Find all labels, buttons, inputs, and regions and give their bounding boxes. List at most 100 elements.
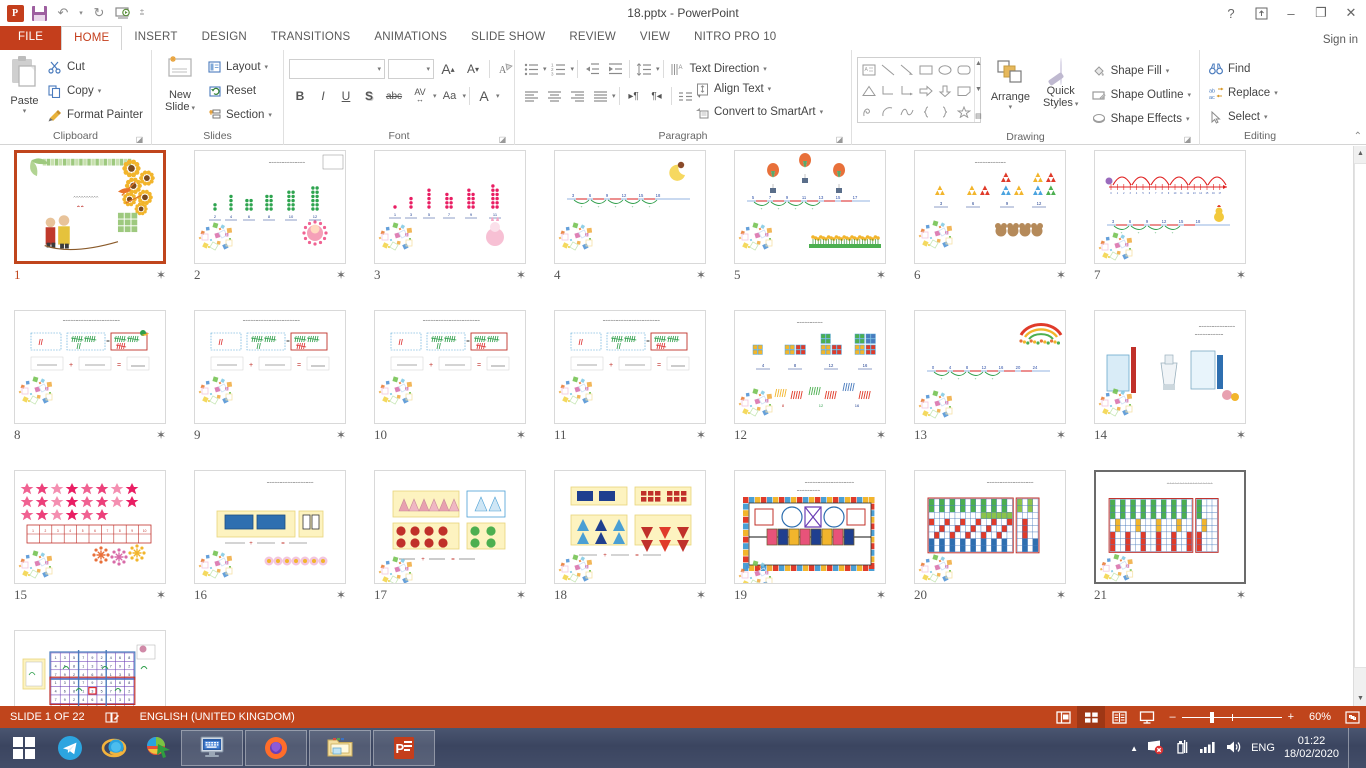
tab-transitions[interactable]: TRANSITIONS	[259, 26, 363, 50]
slide-preview-10[interactable]: = + =	[374, 310, 526, 424]
internet-explorer-icon[interactable]	[92, 728, 136, 768]
slide-thumbnail-12[interactable]: 4 8 12 16 8 12 16 12 ✶	[720, 306, 900, 466]
redo-icon[interactable]: ↻	[88, 2, 110, 24]
internet-download-manager-icon[interactable]	[136, 728, 180, 768]
slide-thumbnail-4[interactable]: 3 6 9 12 15 18 + + + + +4 ✶	[540, 146, 720, 306]
slide-preview-22[interactable]: 1 3 5 7 9 2 4 6 8 4 6 8 1 3 5 7 9 2 7 9 2 4 6 8 1 3 5 1 3 5 7 9 2 4 6 8 4 6 8 1…	[14, 630, 166, 706]
shape-rounded-rectangle[interactable]	[954, 59, 973, 80]
zoom-track[interactable]	[1181, 711, 1282, 723]
shape-scribble[interactable]	[859, 101, 878, 122]
slide-transition-star-icon[interactable]: ✶	[876, 428, 886, 443]
reading-view-button[interactable]	[1105, 706, 1133, 728]
slide-thumbnail-13[interactable]: 0 4 8 12 16 20 24 + + + +13 ✶	[900, 306, 1080, 466]
tab-nitro-pro-10[interactable]: NITRO PRO 10	[682, 26, 788, 50]
decrease-indent-button[interactable]	[581, 58, 603, 80]
slide-preview-11[interactable]: = + =	[554, 310, 706, 424]
shape-elbow-connector[interactable]	[878, 80, 897, 101]
slide-preview-7[interactable]: 0 1 2 3 4 5 6 7 8 9 10 11 12 13 14 15 16 17 3 6 9 12 15 18 + + + +	[1094, 150, 1246, 264]
rtl-direction-button[interactable]: ¶◂	[646, 85, 668, 107]
slide-preview-14[interactable]	[1094, 310, 1246, 424]
slide-preview-20[interactable]	[914, 470, 1066, 584]
slide-transition-star-icon[interactable]: ✶	[516, 588, 526, 603]
slide-preview-5[interactable]: 5 7 9 11 13 15 17 + + + +	[734, 150, 886, 264]
scroll-up-arrow-icon[interactable]: ▲	[1354, 146, 1366, 161]
font-color-button[interactable]: A	[473, 85, 495, 107]
slide-transition-star-icon[interactable]: ✶	[1236, 268, 1246, 283]
tab-slide-show[interactable]: SLIDE SHOW	[459, 26, 557, 50]
shape-fill-button[interactable]: Shape Fill ▾	[1088, 59, 1194, 83]
slide-transition-star-icon[interactable]: ✶	[1236, 428, 1246, 443]
arrange-button[interactable]: Arrange ▾	[987, 57, 1034, 129]
network-icon[interactable]	[1147, 739, 1165, 758]
shape-arrow[interactable]	[897, 59, 916, 80]
tab-design[interactable]: DESIGN	[190, 26, 259, 50]
slide-thumbnail-17[interactable]: + = 17 ✶	[360, 466, 540, 626]
shape-curve[interactable]	[897, 101, 916, 122]
numbering-button[interactable]: 123	[548, 58, 570, 80]
clipboard-dialog-launcher[interactable]: ◪	[135, 135, 144, 144]
tab-file[interactable]: FILE	[0, 26, 62, 50]
slide-preview-16[interactable]: + =	[194, 470, 346, 584]
powerpoint-logo-icon[interactable]: P	[4, 2, 26, 24]
slide-preview-2[interactable]: 2 4 6 8 10 12	[194, 150, 346, 264]
minimize-button[interactable]: –	[1276, 0, 1306, 26]
drawing-dialog-launcher[interactable]: ◪	[1183, 135, 1192, 144]
shape-arc[interactable]	[878, 101, 897, 122]
slide-transition-star-icon[interactable]: ✶	[696, 268, 706, 283]
slide-transition-star-icon[interactable]: ✶	[336, 268, 346, 283]
tab-view[interactable]: VIEW	[628, 26, 682, 50]
slide-transition-star-icon[interactable]: ✶	[1236, 588, 1246, 603]
underline-button[interactable]: U	[335, 85, 357, 107]
language-indicator[interactable]: ENGLISH (UNITED KINGDOM)	[130, 706, 305, 728]
slideshow-view-button[interactable]	[1133, 706, 1161, 728]
sign-in-link[interactable]: Sign in	[1323, 34, 1358, 46]
slide-preview-13[interactable]: 0 4 8 12 16 20 24 + + + +	[914, 310, 1066, 424]
help-button[interactable]: ?	[1216, 0, 1246, 26]
telegram-icon[interactable]	[48, 728, 92, 768]
slide-thumbnail-15[interactable]: 1 2 3 4 5 6 7 8 9 10 15 ✶	[0, 466, 180, 626]
start-button[interactable]	[0, 728, 48, 768]
font-dialog-launcher[interactable]: ◪	[498, 135, 507, 144]
slide-preview-1[interactable]	[14, 150, 166, 264]
ltr-direction-button[interactable]: ▸¶	[623, 85, 645, 107]
slide-indicator[interactable]: SLIDE 1 OF 22	[0, 706, 95, 728]
align-left-button[interactable]	[520, 85, 542, 107]
slide-thumbnail-19[interactable]: 19 ✶	[720, 466, 900, 626]
slide-thumbnail-14[interactable]: 14 ✶	[1080, 306, 1260, 466]
font-name-input[interactable]: ▾	[289, 59, 385, 79]
taskbar-task-remote-desktop[interactable]	[181, 730, 243, 766]
shapes-scroll-down-icon[interactable]: ▼	[975, 86, 982, 93]
shape-left-brace[interactable]	[916, 101, 935, 122]
slide-transition-star-icon[interactable]: ✶	[1056, 588, 1066, 603]
ribbon-display-options-button[interactable]	[1246, 0, 1276, 26]
align-center-button[interactable]	[543, 85, 565, 107]
show-desktop-button[interactable]	[1348, 728, 1356, 768]
quick-styles-button[interactable]: Quick Styles ▾	[1040, 57, 1082, 129]
section-button[interactable]: Section ▾	[203, 103, 275, 127]
select-button[interactable]: Select ▾	[1205, 105, 1281, 129]
zoom-slider[interactable]: – +	[1161, 711, 1302, 723]
slide-transition-star-icon[interactable]: ✶	[696, 428, 706, 443]
proofing-icon[interactable]	[95, 706, 130, 728]
layout-dropdown-icon[interactable]: ▾	[265, 63, 269, 71]
slide-transition-star-icon[interactable]: ✶	[336, 428, 346, 443]
fit-slide-to-window-button[interactable]	[1338, 706, 1366, 728]
shape-right-arrow[interactable]	[916, 80, 935, 101]
tab-review[interactable]: REVIEW	[557, 26, 628, 50]
slide-transition-star-icon[interactable]: ✶	[156, 588, 166, 603]
change-case-button[interactable]: Aa	[438, 85, 462, 107]
slide-transition-star-icon[interactable]: ✶	[516, 428, 526, 443]
paragraph-dialog-launcher[interactable]: ◪	[835, 135, 844, 144]
shape-textbox[interactable]: A	[859, 59, 878, 80]
slide-preview-3[interactable]: 1 3 5 7 9 11	[374, 150, 526, 264]
show-hidden-icons-button[interactable]: ▲	[1130, 744, 1138, 753]
character-spacing-button[interactable]: AV ↔	[408, 85, 432, 107]
strikethrough-button[interactable]: abc	[381, 85, 407, 107]
shape-effects-button[interactable]: Shape Effects ▾	[1088, 107, 1194, 131]
slide-transition-star-icon[interactable]: ✶	[876, 268, 886, 283]
slide-preview-6[interactable]: 3 6 9 12	[914, 150, 1066, 264]
taskbar-task-file-explorer[interactable]	[309, 730, 371, 766]
taskbar-task-firefox[interactable]	[245, 730, 307, 766]
slide-preview-15[interactable]: 1 2 3 4 5 6 7 8 9 10	[14, 470, 166, 584]
slide-pane-scrollbar[interactable]: ▲ ▼	[1353, 146, 1366, 706]
